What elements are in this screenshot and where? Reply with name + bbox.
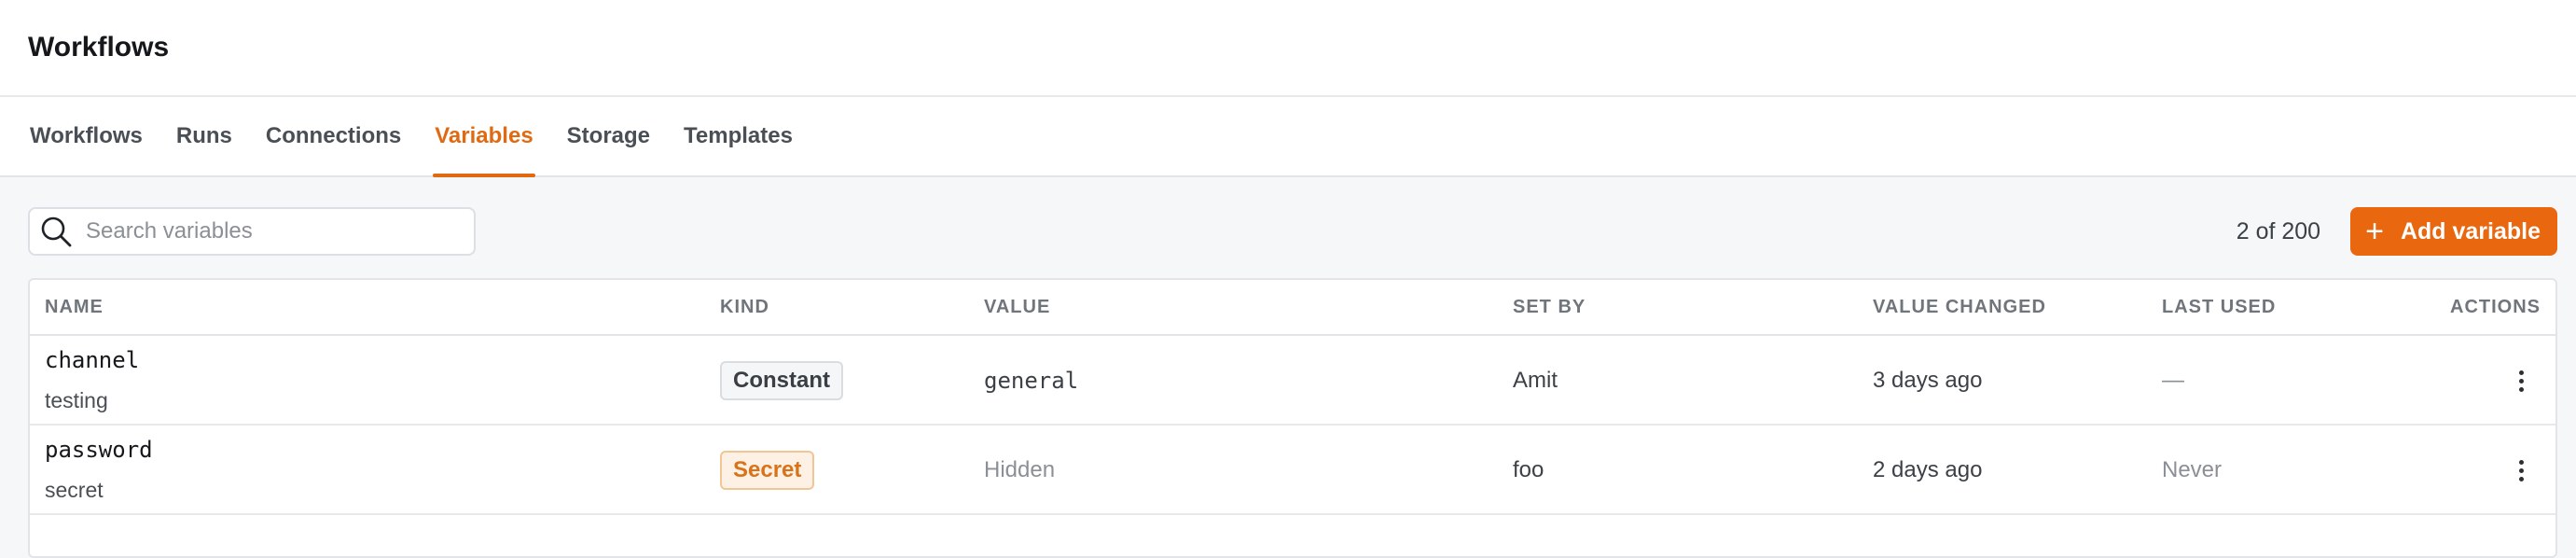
column-header-value-changed[interactable]: VALUE CHANGED: [1873, 297, 2046, 318]
set-by: Amit: [1513, 368, 1558, 393]
last-used: Never: [2162, 457, 2223, 482]
table-row[interactable]: password secret Secret Hidden foo 2 days…: [30, 425, 2555, 515]
page-title: Workflows: [28, 32, 170, 63]
column-header-last-used[interactable]: LAST USED: [2162, 297, 2276, 318]
tab-runs[interactable]: Runs: [174, 97, 234, 175]
kind-badge-constant: Constant: [720, 361, 843, 400]
column-header-name[interactable]: NAME: [45, 297, 104, 318]
tab-bar: Workflows Runs Connections Variables Sto…: [0, 97, 2576, 177]
search-icon: [41, 216, 72, 247]
column-header-kind[interactable]: KIND: [720, 297, 769, 318]
tab-templates[interactable]: Templates: [682, 97, 795, 175]
set-by: foo: [1513, 457, 1544, 482]
variables-table: NAME KIND VALUE SET BY VALUE CHANGED LAS…: [28, 278, 2557, 558]
tab-connections[interactable]: Connections: [264, 97, 403, 175]
row-actions-kebab-icon[interactable]: [2507, 452, 2535, 489]
variables-toolbar: 2 of 200 + Add variable: [28, 207, 2557, 256]
search-box[interactable]: [28, 207, 476, 256]
column-header-actions: ACTIONS: [2450, 296, 2541, 317]
value-changed: 2 days ago: [1873, 457, 1983, 482]
tab-storage[interactable]: Storage: [565, 97, 652, 175]
kind-badge-secret: Secret: [720, 451, 815, 490]
search-input[interactable]: [86, 218, 440, 244]
add-variable-label: Add variable: [2400, 217, 2541, 244]
row-actions-kebab-icon[interactable]: [2507, 362, 2535, 399]
add-variable-button[interactable]: + Add variable: [2350, 207, 2557, 256]
tab-variables[interactable]: Variables: [433, 97, 536, 177]
column-header-set-by[interactable]: SET BY: [1513, 297, 1586, 318]
plus-icon: +: [2365, 214, 2384, 249]
variable-name: password: [45, 437, 153, 463]
table-row[interactable]: channel testing Constant general Amit 3 …: [30, 336, 2555, 425]
result-count: 2 of 200: [2236, 217, 2321, 244]
variable-description: secret: [45, 478, 104, 502]
column-header-value[interactable]: VALUE: [984, 297, 1050, 318]
variable-name: channel: [45, 347, 140, 373]
tab-workflows[interactable]: Workflows: [28, 97, 145, 175]
variable-description: testing: [45, 388, 108, 412]
value-changed: 3 days ago: [1873, 368, 1983, 393]
variable-value: general: [984, 368, 1079, 394]
table-header: NAME KIND VALUE SET BY VALUE CHANGED LAS…: [30, 280, 2555, 336]
app-header: Workflows: [0, 0, 2576, 97]
last-used: —: [2162, 368, 2184, 393]
variable-value-hidden: Hidden: [984, 457, 1056, 482]
